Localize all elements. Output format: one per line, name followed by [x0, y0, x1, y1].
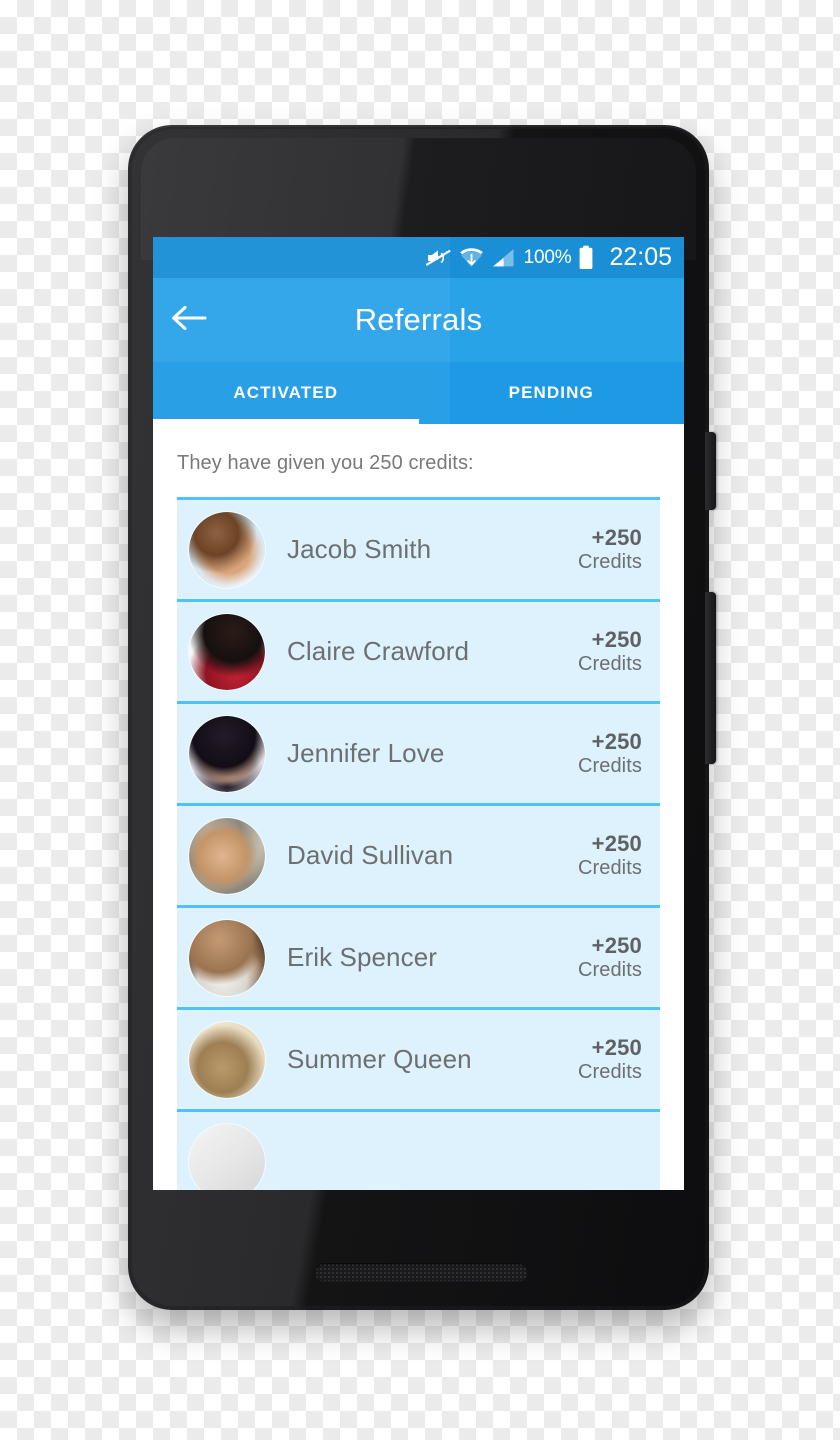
back-arrow-icon: [171, 304, 207, 337]
status-bar-sheen: [153, 237, 451, 278]
referral-list: Jacob Smith +250 Credits Claire Crawford…: [177, 497, 660, 1190]
credits-amount: +250: [591, 524, 642, 550]
phone-screen: 100% 22:05 Referrals ACTIVATED PENDING T…: [153, 237, 684, 1190]
avatar: [189, 613, 265, 690]
content-area: They have given you 250 credits: Jacob S…: [153, 424, 684, 1190]
mute-icon: [425, 248, 451, 268]
tab-activated[interactable]: ACTIVATED: [153, 362, 419, 424]
tab-indicator: [153, 419, 419, 424]
referral-name: David Sullivan: [287, 840, 454, 870]
referral-name: Jennifer Love: [287, 738, 445, 768]
credits-label: Credits: [577, 652, 642, 675]
man-white-tank-photo: [189, 919, 265, 996]
battery-percent-label: 100%: [523, 246, 572, 268]
credits-block: +250 Credits: [578, 729, 642, 779]
referral-name: Claire Crawford: [287, 636, 470, 666]
page-title: Referrals: [354, 302, 483, 337]
woman-dark-hair-photo: [189, 715, 265, 792]
power-button[interactable]: [705, 432, 716, 510]
table-row[interactable]: Jennifer Love +250 Credits: [177, 704, 660, 806]
table-row[interactable]: Jacob Smith +250 Credits: [177, 500, 660, 602]
credits-block: +250 Credits: [578, 1035, 642, 1085]
battery-icon: [578, 245, 594, 270]
credits-label: Credits: [577, 550, 642, 573]
avatar: [189, 919, 265, 996]
clock-label: 22:05: [609, 243, 672, 271]
status-bar: 100% 22:05: [153, 237, 684, 278]
volume-button[interactable]: [705, 592, 716, 764]
app-toolbar: Referrals: [153, 278, 684, 362]
table-row[interactable]: Claire Crawford +250 Credits: [177, 602, 660, 704]
referral-name: Erik Spencer: [287, 942, 438, 972]
credits-amount: +250: [591, 1034, 642, 1060]
credits-amount: +250: [591, 830, 642, 856]
table-row[interactable]: David Sullivan +250 Credits: [177, 806, 660, 908]
credits-label: Credits: [577, 958, 642, 981]
credits-label: Credits: [577, 1060, 642, 1083]
credits-block: +250 Credits: [578, 525, 642, 575]
credits-block: +250 Credits: [578, 933, 642, 983]
man-on-rocks-photo: [189, 817, 265, 894]
credits-block: +250 Credits: [578, 627, 642, 677]
signal-icon: [492, 248, 515, 268]
tab-bar: ACTIVATED PENDING: [153, 362, 684, 424]
table-row[interactable]: [177, 1112, 660, 1190]
woman-long-hair-photo: [189, 1021, 265, 1098]
credits-amount: +250: [591, 932, 642, 958]
bottom-speaker-icon: [315, 1263, 528, 1281]
avatar: [189, 817, 265, 894]
avatar: [189, 1123, 265, 1190]
avatar: [189, 1021, 265, 1098]
credits-label: Credits: [577, 856, 642, 879]
referral-name: Jacob Smith: [287, 534, 432, 564]
wifi-icon: [459, 247, 483, 268]
referral-name: Summer Queen: [287, 1044, 472, 1074]
status-bar-icons: 100% 22:05: [425, 243, 672, 271]
table-row[interactable]: Erik Spencer +250 Credits: [177, 908, 660, 1010]
credits-block: +250 Credits: [578, 831, 642, 881]
credits-amount: +250: [591, 626, 642, 652]
table-row[interactable]: Summer Queen +250 Credits: [177, 1010, 660, 1112]
list-subtitle: They have given you 250 credits:: [177, 452, 474, 474]
partial-avatar-photo: [189, 1123, 265, 1190]
avatar: [189, 511, 265, 588]
back-button[interactable]: [153, 278, 225, 362]
woman-red-top-photo: [189, 613, 265, 690]
tab-pending[interactable]: PENDING: [419, 362, 685, 424]
man-in-bed-photo: [189, 511, 265, 588]
credits-label: Credits: [577, 754, 642, 777]
credits-amount: +250: [591, 728, 642, 754]
avatar: [189, 715, 265, 792]
